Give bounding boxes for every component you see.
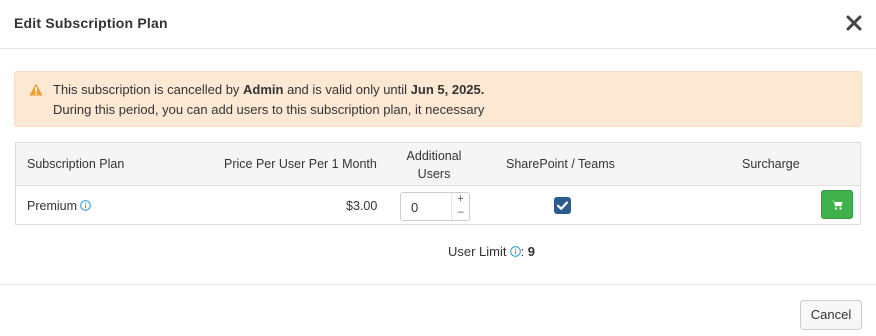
header-additional-users: Additional Users xyxy=(406,149,462,181)
table-row: Premium $3.00 0 + – xyxy=(16,186,860,224)
user-limit: User Limit: 9 xyxy=(448,244,535,259)
alert-actor: Admin xyxy=(243,82,284,97)
modal-header: Edit Subscription Plan xyxy=(0,0,876,49)
additional-users-stepper[interactable]: 0 + – xyxy=(400,192,470,221)
modal-title: Edit Subscription Plan xyxy=(14,15,168,31)
sharepoint-teams-checkbox[interactable] xyxy=(554,197,571,214)
user-limit-value: 9 xyxy=(527,244,535,259)
alert-date: Jun 5, 2025. xyxy=(410,82,485,97)
add-to-cart-button[interactable] xyxy=(821,190,853,219)
modal-footer: Cancel xyxy=(0,284,876,336)
additional-users-input[interactable]: 0 xyxy=(411,200,418,215)
decrement-button[interactable]: – xyxy=(452,206,469,219)
alert-text-middle: and is valid only until xyxy=(283,82,411,97)
user-limit-separator: : xyxy=(520,244,525,259)
close-icon-glyph xyxy=(846,15,862,31)
user-limit-label: User Limit xyxy=(448,244,507,259)
alert-line-2: During this period, you can add users to… xyxy=(53,102,485,117)
stepper-buttons: + – xyxy=(451,193,469,220)
info-icon[interactable] xyxy=(80,200,91,211)
table-header: Subscription Plan Price Per User Per 1 M… xyxy=(16,143,860,186)
plan-name: Premium xyxy=(27,199,78,213)
cancellation-alert: This subscription is cancelled by Admin … xyxy=(14,71,862,127)
info-icon[interactable] xyxy=(509,246,521,257)
subscription-table: Subscription Plan Price Per User Per 1 M… xyxy=(15,142,861,225)
cart-icon xyxy=(832,200,843,210)
cancel-button[interactable]: Cancel xyxy=(800,300,862,330)
header-price: Price Per User Per 1 Month xyxy=(224,157,377,171)
header-surcharge: Surcharge xyxy=(742,157,800,171)
price-cell: $3.00 xyxy=(346,199,378,213)
header-subscription-plan: Subscription Plan xyxy=(27,157,125,171)
increment-button[interactable]: + xyxy=(452,193,469,206)
warning-icon xyxy=(29,83,43,96)
close-icon[interactable] xyxy=(844,12,864,34)
plan-cell: Premium xyxy=(27,199,91,213)
header-sharepoint-teams: SharePoint / Teams xyxy=(506,157,615,171)
alert-text-prefix: This subscription is cancelled by xyxy=(53,82,244,97)
alert-line-1: This subscription is cancelled by Admin … xyxy=(53,82,484,97)
check-icon xyxy=(556,201,569,210)
